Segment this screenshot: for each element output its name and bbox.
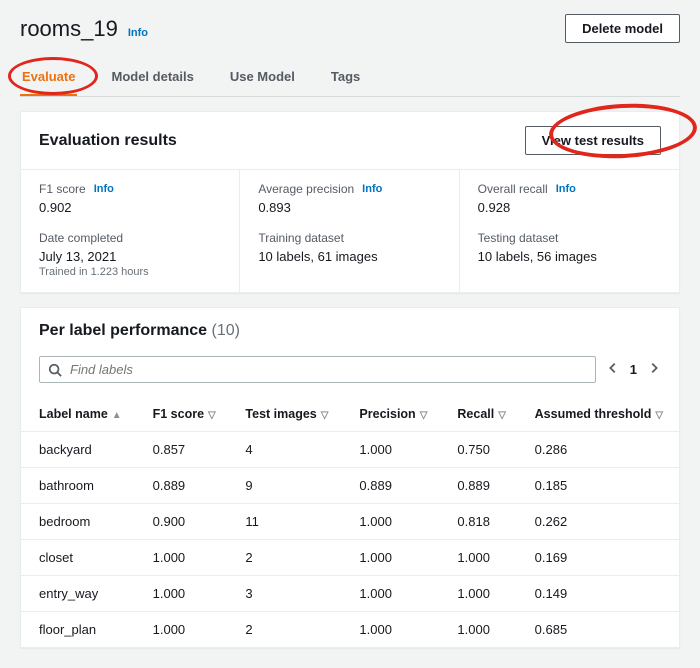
f1-score-label: F1 score: [39, 182, 86, 196]
find-labels-input[interactable]: [68, 361, 587, 378]
training-dataset-value: 10 labels, 61 images: [258, 249, 440, 264]
cell-thresh: 0.149: [517, 576, 679, 612]
pagination: 1: [606, 361, 661, 378]
cell-label: floor_plan: [21, 612, 135, 648]
table-row: entry_way1.00031.0001.0000.149: [21, 576, 679, 612]
per-label-performance-panel: Per label performance (10) 1: [20, 307, 680, 648]
tab-evaluate[interactable]: Evaluate: [20, 59, 77, 96]
table-row: backyard0.85741.0000.7500.286: [21, 432, 679, 468]
cell-label: bathroom: [21, 468, 135, 504]
page-next-button[interactable]: [647, 361, 661, 378]
table-row: bedroom0.900111.0000.8180.262: [21, 504, 679, 540]
tabs-bar: Evaluate Model details Use Model Tags: [20, 59, 680, 97]
tab-use-model[interactable]: Use Model: [228, 59, 297, 96]
cell-prec: 1.000: [341, 540, 439, 576]
chevron-left-icon: [606, 361, 620, 375]
cell-recall: 0.889: [439, 468, 516, 504]
cell-recall: 1.000: [439, 576, 516, 612]
col-label-name[interactable]: Label name▲: [21, 397, 135, 432]
evaluation-results-panel: Evaluation results View test results F1 …: [20, 111, 680, 293]
cell-f1: 0.889: [135, 468, 228, 504]
cell-test: 2: [227, 612, 341, 648]
col-recall[interactable]: Recall▽: [439, 397, 516, 432]
col-f1-score[interactable]: F1 score▽: [135, 397, 228, 432]
sort-icon: ▽: [420, 410, 428, 421]
training-dataset-label: Training dataset: [258, 231, 344, 245]
cell-f1: 1.000: [135, 540, 228, 576]
sort-icon: ▽: [498, 410, 506, 421]
cell-f1: 0.857: [135, 432, 228, 468]
cell-thresh: 0.262: [517, 504, 679, 540]
f1-score-value: 0.902: [39, 200, 221, 215]
per-label-table: Label name▲ F1 score▽ Test images▽ Preci…: [21, 397, 679, 647]
delete-model-button[interactable]: Delete model: [565, 14, 680, 43]
f1-info-link[interactable]: Info: [94, 183, 114, 195]
sort-icon: ▽: [208, 410, 216, 421]
cell-prec: 1.000: [341, 504, 439, 540]
trained-duration: Trained in 1.223 hours: [39, 266, 221, 278]
cell-f1: 0.900: [135, 504, 228, 540]
page-number: 1: [630, 362, 637, 377]
sort-icon: ▽: [321, 410, 329, 421]
cell-test: 4: [227, 432, 341, 468]
cell-recall: 0.818: [439, 504, 516, 540]
cell-label: backyard: [21, 432, 135, 468]
sort-asc-icon: ▲: [112, 410, 122, 421]
cell-recall: 0.750: [439, 432, 516, 468]
per-label-title: Per label performance (10): [39, 322, 240, 340]
page-title: rooms_19: [20, 16, 118, 42]
view-test-results-button[interactable]: View test results: [525, 126, 661, 155]
cell-thresh: 0.685: [517, 612, 679, 648]
cell-thresh: 0.185: [517, 468, 679, 504]
col-precision[interactable]: Precision▽: [341, 397, 439, 432]
avg-precision-value: 0.893: [258, 200, 440, 215]
evaluation-results-title: Evaluation results: [39, 132, 177, 150]
overall-recall-info-link[interactable]: Info: [556, 183, 576, 195]
date-completed-value: July 13, 2021: [39, 249, 221, 264]
tab-tags[interactable]: Tags: [329, 59, 362, 96]
overall-recall-label: Overall recall: [478, 182, 548, 196]
sort-icon: ▽: [655, 410, 663, 421]
cell-prec: 1.000: [341, 612, 439, 648]
table-row: floor_plan1.00021.0001.0000.685: [21, 612, 679, 648]
cell-test: 11: [227, 504, 341, 540]
cell-prec: 0.889: [341, 468, 439, 504]
find-labels-search[interactable]: [39, 356, 596, 383]
overall-recall-value: 0.928: [478, 200, 661, 215]
page-header: rooms_19 Info Delete model: [20, 14, 680, 43]
cell-f1: 1.000: [135, 612, 228, 648]
cell-recall: 1.000: [439, 612, 516, 648]
cell-label: closet: [21, 540, 135, 576]
tab-model-details[interactable]: Model details: [109, 59, 195, 96]
cell-f1: 1.000: [135, 576, 228, 612]
search-icon: [48, 363, 62, 377]
cell-thresh: 0.169: [517, 540, 679, 576]
cell-label: bedroom: [21, 504, 135, 540]
cell-label: entry_way: [21, 576, 135, 612]
avg-precision-info-link[interactable]: Info: [362, 183, 382, 195]
col-test-images[interactable]: Test images▽: [227, 397, 341, 432]
cell-thresh: 0.286: [517, 432, 679, 468]
cell-prec: 1.000: [341, 432, 439, 468]
cell-test: 3: [227, 576, 341, 612]
per-label-count: (10): [212, 322, 240, 339]
testing-dataset-value: 10 labels, 56 images: [478, 249, 661, 264]
title-info-link[interactable]: Info: [128, 27, 148, 39]
table-row: bathroom0.88990.8890.8890.185: [21, 468, 679, 504]
chevron-right-icon: [647, 361, 661, 375]
page-prev-button[interactable]: [606, 361, 620, 378]
cell-prec: 1.000: [341, 576, 439, 612]
cell-test: 9: [227, 468, 341, 504]
testing-dataset-label: Testing dataset: [478, 231, 559, 245]
cell-recall: 1.000: [439, 540, 516, 576]
col-assumed-threshold[interactable]: Assumed threshold▽: [517, 397, 679, 432]
per-label-title-text: Per label performance: [39, 322, 207, 339]
avg-precision-label: Average precision: [258, 182, 354, 196]
table-row: closet1.00021.0001.0000.169: [21, 540, 679, 576]
cell-test: 2: [227, 540, 341, 576]
date-completed-label: Date completed: [39, 231, 123, 245]
